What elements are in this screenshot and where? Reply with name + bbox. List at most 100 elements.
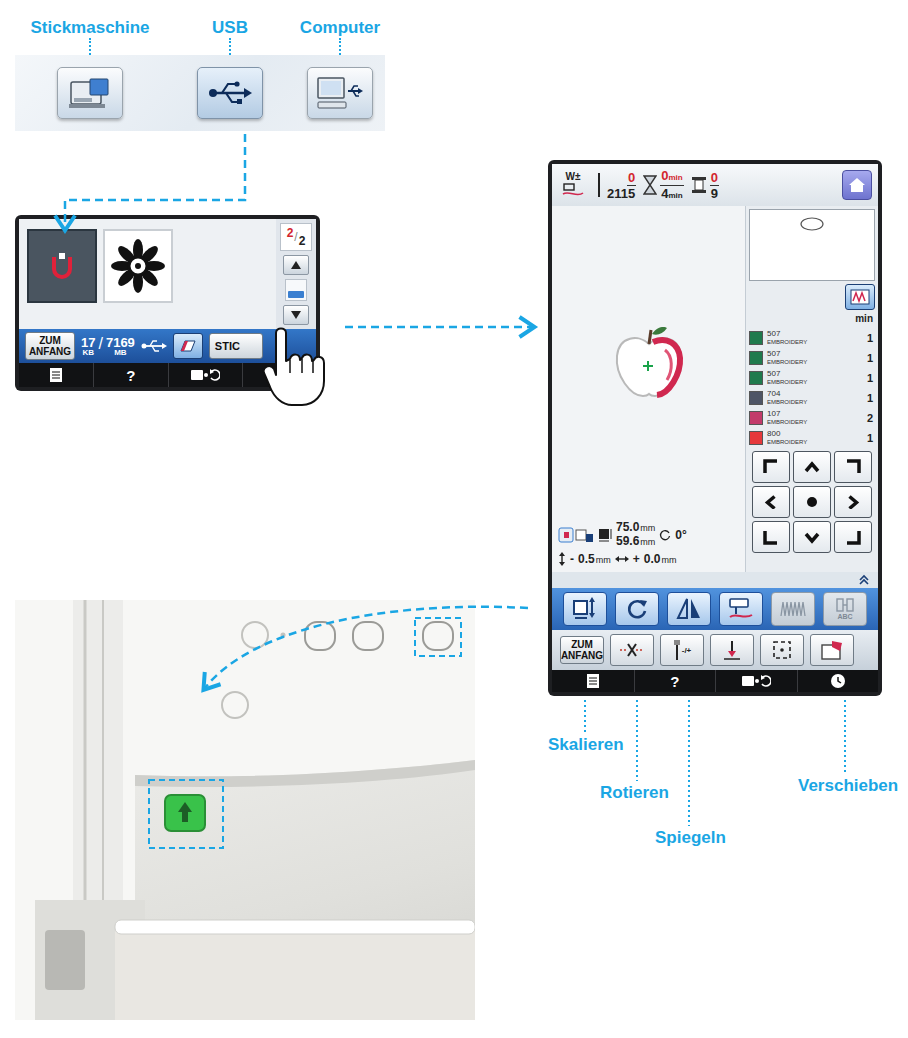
tool-button[interactable]: [615, 592, 659, 626]
down-arrow-icon: [291, 311, 301, 319]
start-point-icon: [721, 639, 743, 661]
needle-icon: [595, 172, 603, 198]
design-info: 75.0mm59.6mm0°-0.5mm+0.0mm: [552, 517, 745, 572]
nav-cell[interactable]: [797, 670, 879, 692]
machine-settings-icon[interactable]: [190, 367, 220, 383]
home-button[interactable]: ZUM ANFANG: [25, 332, 75, 360]
dotted-leader: [339, 38, 341, 55]
help-button[interactable]: ?: [126, 368, 135, 383]
thread-swatch: [749, 431, 763, 445]
thread-row[interactable]: 107EMBROIDERY2: [749, 408, 875, 428]
source-button[interactable]: [57, 67, 123, 119]
corner-arrow-icon[interactable]: [844, 458, 862, 476]
hourglass-icon: [643, 175, 657, 195]
thread-row[interactable]: 507EMBROIDERY1: [749, 348, 875, 368]
tool-button[interactable]: [563, 592, 607, 626]
thread-row[interactable]: 704EMBROIDERY1: [749, 388, 875, 408]
corner-arrow-icon[interactable]: [762, 528, 780, 546]
corner-arrow-icon[interactable]: [844, 528, 862, 546]
move-arrow-icon[interactable]: [803, 460, 821, 474]
scroll-up-button[interactable]: [283, 255, 309, 275]
action-button[interactable]: [710, 634, 754, 666]
status-bar: W±021150min4min 09: [552, 164, 878, 206]
scroll-down-button[interactable]: [283, 305, 309, 325]
presser-foot-indicator: W±: [558, 168, 588, 202]
move-button[interactable]: [834, 451, 872, 483]
function-callout: Rotieren: [600, 783, 700, 803]
trial-frame-icon: [771, 639, 793, 661]
corner-arrow-icon[interactable]: [762, 458, 780, 476]
move-button[interactable]: [793, 486, 831, 518]
action-button[interactable]: [810, 634, 854, 666]
thumbnail-row: [19, 219, 276, 329]
pointing-hand-icon: [262, 323, 334, 409]
home-button[interactable]: [842, 170, 872, 200]
move-arrow-icon[interactable]: [844, 495, 862, 509]
move-button[interactable]: [793, 521, 831, 553]
source-label: Stickmaschine: [30, 18, 149, 38]
color-counter: 09: [691, 170, 719, 201]
move-button[interactable]: [752, 521, 790, 553]
action-button[interactable]: [610, 634, 654, 666]
apple-design-icon: [607, 320, 691, 404]
horizontal-offset-icon: [615, 555, 629, 563]
move-arrow-icon[interactable]: [762, 495, 780, 509]
thread-row[interactable]: 507EMBROIDERY1: [749, 368, 875, 388]
screen-frame: 2/2ZUM ANFANG17KB/7169MBSTIC?: [15, 215, 320, 391]
collapse-chevron-icon[interactable]: [858, 574, 870, 586]
file-browser: 2/2: [19, 219, 316, 329]
help-button[interactable]: ?: [670, 674, 679, 689]
machine-settings-icon[interactable]: [741, 673, 771, 689]
thread-swatch: [749, 351, 763, 365]
flower-thumbnail-icon: [110, 238, 166, 294]
source-button[interactable]: [307, 67, 373, 119]
action-button[interactable]: -/+: [660, 634, 704, 666]
thread-swatch: [749, 331, 763, 345]
source-label: Computer: [300, 18, 380, 38]
source-selector: StickmaschineUSBComputer: [15, 18, 385, 131]
thread-view-button[interactable]: [845, 284, 875, 310]
home-button[interactable]: ZUM ANFANG: [560, 636, 604, 664]
move-arrow-icon[interactable]: [803, 530, 821, 544]
move-pad: [749, 451, 875, 553]
design-thumbnail[interactable]: [27, 229, 97, 303]
nav-cell[interactable]: [168, 363, 242, 387]
rotate-icon: [625, 597, 649, 621]
sew-button[interactable]: STIC: [209, 333, 263, 359]
action-button[interactable]: [760, 634, 804, 666]
scroll-thumb[interactable]: [288, 291, 304, 298]
time-counter: 0min4min: [643, 168, 683, 203]
nav-cell[interactable]: [552, 670, 634, 692]
edit-area: 75.0mm59.6mm0°-0.5mm+0.0mmmin507EMBROIDE…: [552, 206, 878, 572]
thread-row[interactable]: 800EMBROIDERY1: [749, 428, 875, 448]
document-icon[interactable]: [49, 367, 63, 383]
tool-button[interactable]: [667, 592, 711, 626]
document-icon[interactable]: [586, 673, 600, 689]
move-button[interactable]: [834, 521, 872, 553]
design-preview: [552, 206, 745, 517]
move-button[interactable]: [834, 486, 872, 518]
source-label-cell: Stickmaschine: [15, 18, 165, 55]
screen-frame: W±021150min4min 09 75.0mm59.6mm0°-0.5mm+0.…: [548, 160, 882, 696]
nav-cell[interactable]: ?: [93, 363, 167, 387]
function-callout: Verschieben: [798, 776, 898, 796]
design-thumbnail[interactable]: [103, 229, 173, 303]
nav-cell[interactable]: [715, 670, 797, 692]
stitch-counter: 02115: [595, 170, 636, 201]
move-button[interactable]: [793, 451, 831, 483]
computer-icon: [316, 75, 364, 111]
nav-cell[interactable]: ?: [634, 670, 716, 692]
source-button[interactable]: [197, 67, 263, 119]
edit-toolbar: ABC: [552, 588, 878, 630]
nav-cell[interactable]: [19, 363, 93, 387]
usb-file-screen: 2/2ZUM ANFANG17KB/7169MBSTIC?: [15, 215, 320, 391]
move-button[interactable]: [752, 451, 790, 483]
density-icon: [779, 600, 807, 618]
source-labels: StickmaschineUSBComputer: [15, 18, 385, 55]
thread-row[interactable]: 507EMBROIDERY1: [749, 328, 875, 348]
clock-icon[interactable]: [830, 673, 846, 689]
move-button[interactable]: [752, 486, 790, 518]
tool-button[interactable]: [719, 592, 763, 626]
thread-view-icon: [850, 289, 870, 305]
delete-button[interactable]: [173, 333, 203, 359]
